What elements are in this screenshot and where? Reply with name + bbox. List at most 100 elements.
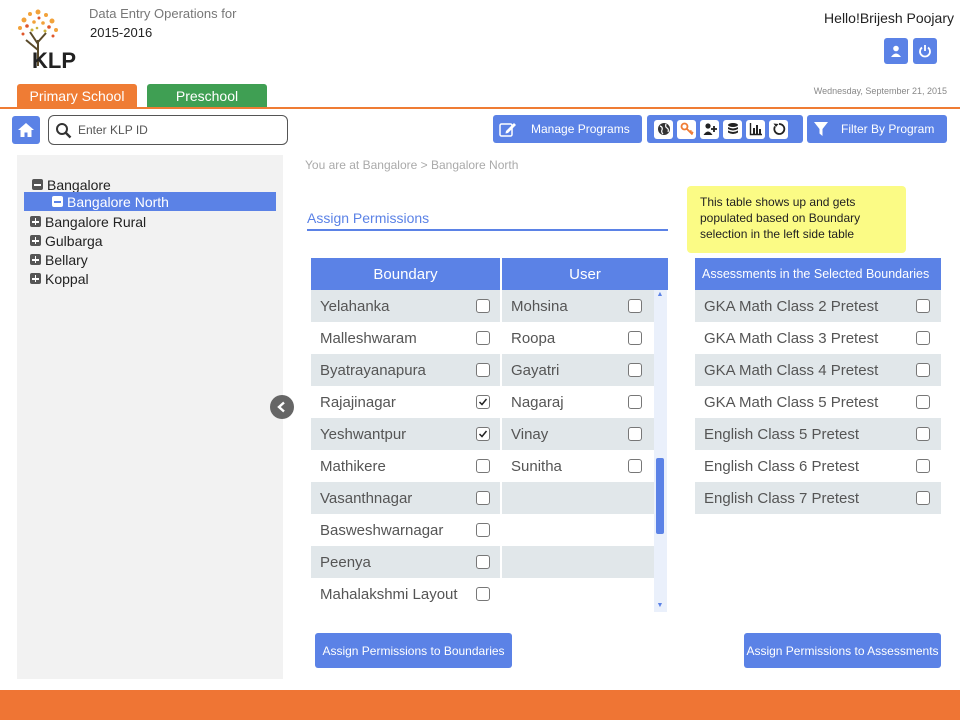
- boundary-checkbox[interactable]: [476, 363, 490, 377]
- boundary-name: Vasanthnagar: [320, 489, 413, 507]
- assessment-checkbox[interactable]: [916, 363, 930, 377]
- globe-button[interactable]: [654, 119, 673, 139]
- collapse-panel-button[interactable]: [270, 395, 294, 419]
- user-checkbox[interactable]: [628, 427, 642, 441]
- assessment-row: English Class 7 Pretest: [695, 482, 941, 514]
- boundary-row: Malleshwaram: [311, 322, 500, 354]
- assessment-checkbox[interactable]: [916, 491, 930, 505]
- boundary-checkbox[interactable]: [476, 523, 490, 537]
- database-button[interactable]: [723, 119, 742, 139]
- key-button[interactable]: [677, 119, 696, 139]
- power-icon: [919, 45, 931, 58]
- user-checkbox[interactable]: [628, 363, 642, 377]
- user-name: Vinay: [511, 425, 549, 443]
- user-icon: [891, 45, 901, 57]
- current-date: Wednesday, September 21, 2015: [813, 86, 947, 96]
- logout-button[interactable]: [913, 38, 937, 64]
- expand-icon: [30, 254, 41, 265]
- user-row: Vinay: [502, 418, 654, 450]
- boundary-row: Vasanthnagar: [311, 482, 500, 514]
- boundary-name: Yeshwantpur: [320, 425, 407, 443]
- assessment-name: GKA Math Class 2 Pretest: [704, 297, 879, 315]
- refresh-button[interactable]: [769, 119, 788, 139]
- boundary-checkbox[interactable]: [476, 587, 490, 601]
- scrollbar-thumb[interactable]: [656, 458, 664, 534]
- boundary-row: Mahalakshmi Layout: [311, 578, 500, 610]
- user-name: Sunitha: [511, 457, 562, 475]
- scroll-down-icon[interactable]: ▼: [656, 602, 664, 610]
- boundary-column-header: Boundary: [311, 258, 500, 290]
- manage-programs-label: Manage Programs: [531, 122, 630, 136]
- boundary-name: Peenya: [320, 553, 371, 571]
- user-row: [502, 546, 654, 578]
- user-checkbox[interactable]: [628, 395, 642, 409]
- boundary-row: Rajajinagar: [311, 386, 500, 418]
- boundary-row: Yeshwantpur: [311, 418, 500, 450]
- user-name: Mohsina: [511, 297, 568, 315]
- assessment-checkbox[interactable]: [916, 427, 930, 441]
- checkmark-icon: [478, 430, 488, 438]
- user-row: Mohsina: [502, 290, 654, 322]
- tree-item-bangalore-north[interactable]: Bangalore North: [24, 192, 276, 211]
- assign-assessments-button[interactable]: Assign Permissions to Assessments: [744, 633, 941, 668]
- filter-icon: [814, 122, 828, 136]
- search-input[interactable]: [78, 123, 278, 137]
- expand-icon: [30, 273, 41, 284]
- manage-programs-button[interactable]: Manage Programs: [493, 115, 642, 143]
- globe-icon: [657, 123, 670, 135]
- user-checkbox[interactable]: [628, 299, 642, 313]
- scroll-up-icon[interactable]: ▲: [656, 291, 664, 299]
- tab-preschool[interactable]: Preschool: [147, 84, 267, 108]
- footer-bar: [0, 690, 960, 720]
- add-user-button[interactable]: [700, 119, 719, 139]
- klp-id-search: [48, 115, 288, 145]
- assessment-name: GKA Math Class 4 Pretest: [704, 361, 879, 379]
- filter-by-program-button[interactable]: Filter By Program: [807, 115, 947, 143]
- checkmark-icon: [478, 398, 488, 406]
- tree-item-label: Bangalore North: [67, 193, 169, 210]
- boundary-row: Mathikere: [311, 450, 500, 482]
- logo-text: KLP: [32, 48, 76, 73]
- user-checkbox[interactable]: [628, 459, 642, 473]
- boundary-checkbox[interactable]: [476, 331, 490, 345]
- boundary-checkbox[interactable]: [476, 299, 490, 313]
- collapse-icon: [52, 196, 63, 207]
- home-button[interactable]: [12, 116, 40, 144]
- tree-item-label: Bellary: [45, 251, 88, 268]
- assessment-checkbox[interactable]: [916, 299, 930, 313]
- expand-icon: [30, 235, 41, 246]
- profile-button[interactable]: [884, 38, 908, 64]
- user-row: [502, 514, 654, 546]
- user-checkbox[interactable]: [628, 331, 642, 345]
- assessment-checkbox[interactable]: [916, 459, 930, 473]
- assessment-row: GKA Math Class 3 Pretest: [695, 322, 941, 354]
- tree-item-label: Gulbarga: [45, 232, 103, 249]
- tree-item-gulbarga[interactable]: Gulbarga: [30, 231, 103, 250]
- breadcrumb: You are at Bangalore > Bangalore North: [305, 158, 519, 172]
- assessment-row: English Class 6 Pretest: [695, 450, 941, 482]
- user-row: [502, 482, 654, 514]
- boundary-name: Malleshwaram: [320, 329, 417, 347]
- boundary-checkbox[interactable]: [476, 427, 490, 441]
- user-scrollbar[interactable]: [654, 290, 667, 612]
- boundary-name: Basweshwarnagar: [320, 521, 444, 539]
- tree-item-bellary[interactable]: Bellary: [30, 250, 88, 269]
- user-row: [502, 578, 654, 610]
- boundary-checkbox[interactable]: [476, 395, 490, 409]
- assessment-name: GKA Math Class 3 Pretest: [704, 329, 879, 347]
- boundary-checkbox[interactable]: [476, 491, 490, 505]
- tree-item-label: Bangalore: [47, 176, 111, 193]
- boundary-checkbox[interactable]: [476, 555, 490, 569]
- tree-item-koppal[interactable]: Koppal: [30, 269, 89, 288]
- reports-button[interactable]: [746, 119, 765, 139]
- tree-item-bangalore-rural[interactable]: Bangalore Rural: [30, 212, 146, 231]
- user-name: Gayatri: [511, 361, 560, 379]
- tab-primary-school[interactable]: Primary School: [17, 84, 137, 108]
- assign-boundaries-button[interactable]: Assign Permissions to Boundaries: [315, 633, 512, 668]
- assessment-row: English Class 5 Pretest: [695, 418, 941, 450]
- assessment-checkbox[interactable]: [916, 395, 930, 409]
- boundary-checkbox[interactable]: [476, 459, 490, 473]
- home-icon: [18, 123, 34, 137]
- boundary-row: Basweshwarnagar: [311, 514, 500, 546]
- assessment-checkbox[interactable]: [916, 331, 930, 345]
